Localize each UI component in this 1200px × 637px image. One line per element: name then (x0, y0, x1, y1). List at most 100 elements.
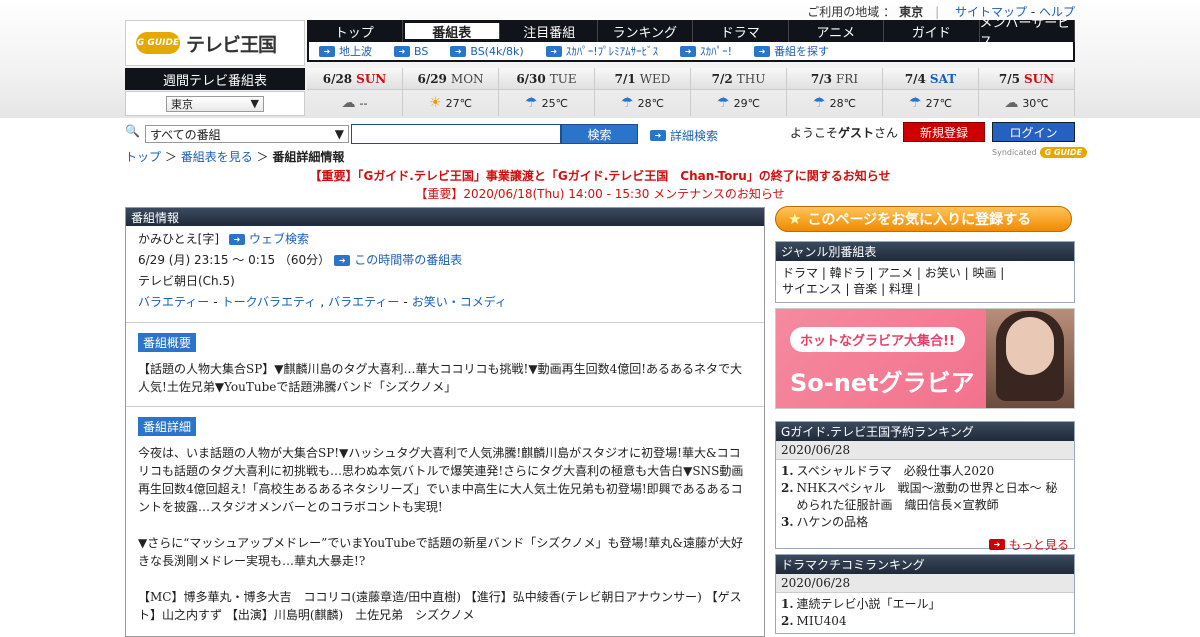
genre-variety2-link[interactable]: バラエティー (328, 295, 399, 310)
login-button[interactable]: ログイン (992, 122, 1075, 142)
day-column[interactable]: 7/1 WED ☂ 28℃ (595, 68, 691, 116)
arrow-icon: ➜ (650, 130, 666, 141)
site-logo[interactable]: G GUIDE テレビ王国 (125, 20, 305, 66)
day-header: 6/28 SUN (307, 68, 402, 90)
genre-talk-variety-link[interactable]: トークバラエティ (222, 295, 317, 310)
advanced-search-link[interactable]: ➜ 詳細検索 (650, 127, 718, 144)
arrow-icon: ➜ (545, 45, 562, 57)
nav-ranking[interactable]: ランキング (598, 20, 693, 42)
program-detail: 番組詳細 今夜は、いま話題の人物が大集合SP!▼ハッシュタグ大喜利で人気沸騰!麒… (126, 407, 764, 634)
list-item[interactable]: 1. スペシャルドラマ 必殺仕事人2020 (781, 463, 1069, 480)
subnav-terrestrial[interactable]: ➜ 地上波 (319, 43, 372, 59)
reservation-ranking-date: 2020/06/28 (776, 441, 1074, 460)
weather-forecast: ☁ 30℃ (979, 90, 1074, 116)
subnav-find-program[interactable]: ➜ 番組を探す (754, 43, 829, 59)
nav-guide[interactable]: ガイド (884, 20, 980, 42)
list-item[interactable]: 2. NHKスペシャル 戦国〜激動の世界と日本〜 秘められた征服計画 織田信長×宣… (781, 480, 1069, 514)
important-notice-transfer[interactable]: 【重要】「Gガイド.テレビ王国」事業譲渡と「Gガイド.テレビ王国 Chan-To… (0, 167, 1200, 184)
summary-tag: 番組概要 (138, 333, 197, 352)
day-column[interactable]: 6/30 TUE ☂ 25℃ (499, 68, 595, 116)
genre-links-row-2[interactable]: サイエンス | 音楽 | 料理 | (782, 281, 1068, 297)
umbrella-icon: ☂ (813, 95, 826, 111)
nav-schedule[interactable]: 番組表 (404, 23, 500, 41)
more-link[interactable]: ➜ もっと見る (776, 534, 1074, 555)
subnav-label: BS (414, 44, 429, 58)
temperature: 27℃ (445, 96, 472, 110)
subnav-label: 地上波 (339, 45, 372, 58)
weather-forecast: ☂ 28℃ (787, 90, 882, 116)
list-item[interactable]: 2. MIU404 (781, 613, 1069, 630)
umbrella-icon: ☂ (525, 95, 538, 111)
day-column[interactable]: 7/2 THU ☂ 29℃ (691, 68, 787, 116)
drama-review-ranking-header: ドラマクチコミランキング (776, 555, 1074, 574)
day-header: 6/29 MON (403, 68, 498, 90)
drama-review-ranking-list: 1. 連続テレビ小説「エール」 2. MIU404 (776, 593, 1074, 633)
day-header: 7/5 SUN (979, 68, 1074, 90)
time-slot-link[interactable]: この時間帯の番組表 (354, 253, 462, 268)
syndicated-logo: Syndicated G GUIDE (992, 147, 1088, 158)
reservation-ranking-header: Gガイド.テレビ王国予約ランキング (776, 422, 1074, 441)
nav-drama[interactable]: ドラマ (693, 20, 789, 42)
banner-photo (986, 309, 1074, 408)
sonet-gravure-banner[interactable]: ホットなグラビア大集合!! So-netグラビア (775, 308, 1075, 409)
temperature: 30℃ (1022, 96, 1049, 110)
day-header: 7/2 THU (691, 68, 786, 90)
cloud-icon: ☁ (341, 95, 356, 111)
gguide-logo-icon: G GUIDE (136, 32, 180, 54)
welcome-suffix: さん (874, 126, 899, 140)
day-date: 7/5 (998, 71, 1020, 86)
program-time: 6/29 (月) 23:15 ～ 0:15 （60分） (138, 253, 331, 267)
search-category-select[interactable]: すべての番組 ▼ (145, 125, 349, 143)
reservation-ranking-list: 1. スペシャルドラマ 必殺仕事人2020 2. NHKスペシャル 戦国〜激動の世界… (776, 460, 1074, 534)
day-weekday: SUN (1023, 71, 1055, 86)
reservation-ranking-box: Gガイド.テレビ王国予約ランキング 2020/06/28 1. スペシャルドラマ … (775, 421, 1075, 552)
arrow-icon: ➜ (450, 45, 467, 57)
nav-top[interactable]: トップ (307, 20, 403, 42)
genre-comedy-link[interactable]: お笑い・コメディ (412, 295, 507, 310)
day-column[interactable]: 6/28 SUN ☁ -- (307, 68, 403, 116)
list-item[interactable]: 3. ハケンの品格 (781, 514, 1069, 531)
search-input[interactable] (351, 124, 561, 144)
day-column[interactable]: 7/3 FRI ☂ 28℃ (787, 68, 883, 116)
nav-member[interactable]: メンバーサービス (980, 16, 1075, 50)
nav-featured[interactable]: 注目番組 (502, 20, 598, 42)
chevron-down-icon: ▼ (250, 97, 259, 110)
add-favorite-button[interactable]: ★ このページをお気に入りに登録する (775, 206, 1072, 232)
ranking-item-label: MIU404 (796, 614, 847, 628)
genre-links: ドラマ | 韓ドラ | アニメ | お笑い | 映画 | サイエンス | 音楽 … (776, 261, 1074, 301)
genre-links-row-1[interactable]: ドラマ | 韓ドラ | アニメ | お笑い | 映画 | (782, 265, 1068, 281)
day-column[interactable]: 7/4 SAT ☂ 27℃ (883, 68, 979, 116)
maintenance-notice[interactable]: 【重要】2020/06/18(Thu) 14:00 - 15:30 メンテナンス… (0, 185, 1200, 202)
weather-forecast: ☁ -- (307, 90, 402, 116)
temperature: 27℃ (925, 96, 952, 110)
breadcrumb-schedule[interactable]: 番組表を見る (181, 150, 253, 164)
day-date: 6/28 (322, 71, 353, 86)
subnav-bs[interactable]: ➜ BS (394, 45, 428, 58)
cloud-icon: ☁ (1004, 95, 1019, 111)
subnav-skyperfect-premium[interactable]: ➜ ｽｶﾊﾟｰ!ﾌﾟﾚﾐｱﾑｻｰﾋﾞｽ (545, 43, 658, 59)
genre-variety-link[interactable]: バラエティー (138, 295, 209, 310)
register-button[interactable]: 新規登録 (903, 122, 985, 142)
day-column[interactable]: 6/29 MON ☀ 27℃ (403, 68, 499, 116)
arrow-icon: ➜ (988, 539, 1005, 550)
list-item[interactable]: 1. 連続テレビ小説「エール」 (781, 596, 1069, 613)
area-selector: 東京 ▼ (125, 91, 305, 116)
program-summary: 番組概要 【話題の人物大集合SP】▼麒麟川島のタグ大喜利…華大ココリコも挑戦!▼… (126, 323, 764, 407)
web-search-link[interactable]: ウェブ検索 (249, 232, 309, 247)
region-value[interactable]: 東京 (899, 5, 923, 19)
day-column[interactable]: 7/5 SUN ☁ 30℃ (979, 68, 1075, 116)
nav-anime[interactable]: アニメ (789, 20, 884, 42)
welcome-prefix: ようこそ (790, 126, 839, 140)
subnav-skyperfect[interactable]: ➜ ｽｶﾊﾟｰ! (680, 43, 732, 59)
breadcrumb-top[interactable]: トップ (125, 150, 161, 164)
search-button[interactable]: 検索 (561, 124, 638, 144)
day-date: 7/4 (904, 71, 926, 86)
syndicated-text: Syndicated (992, 148, 1037, 157)
subnav-bs4k[interactable]: ➜ BS(4k/8k) (450, 45, 524, 58)
weekly-schedule-title[interactable]: 週間テレビ番組表 (125, 68, 305, 90)
star-icon: ★ (788, 210, 802, 228)
area-select[interactable]: 東京 ▼ (166, 95, 264, 112)
sub-nav: ➜ 地上波 ➜ BS ➜ BS(4k/8k) ➜ ｽｶﾊﾟｰ!ﾌﾟﾚﾐｱﾑｻｰﾋﾞｽ ➜… (307, 42, 1075, 62)
advanced-search-label: 詳細検索 (670, 129, 719, 143)
program-channel: テレビ朝日(Ch.5) (138, 274, 235, 288)
